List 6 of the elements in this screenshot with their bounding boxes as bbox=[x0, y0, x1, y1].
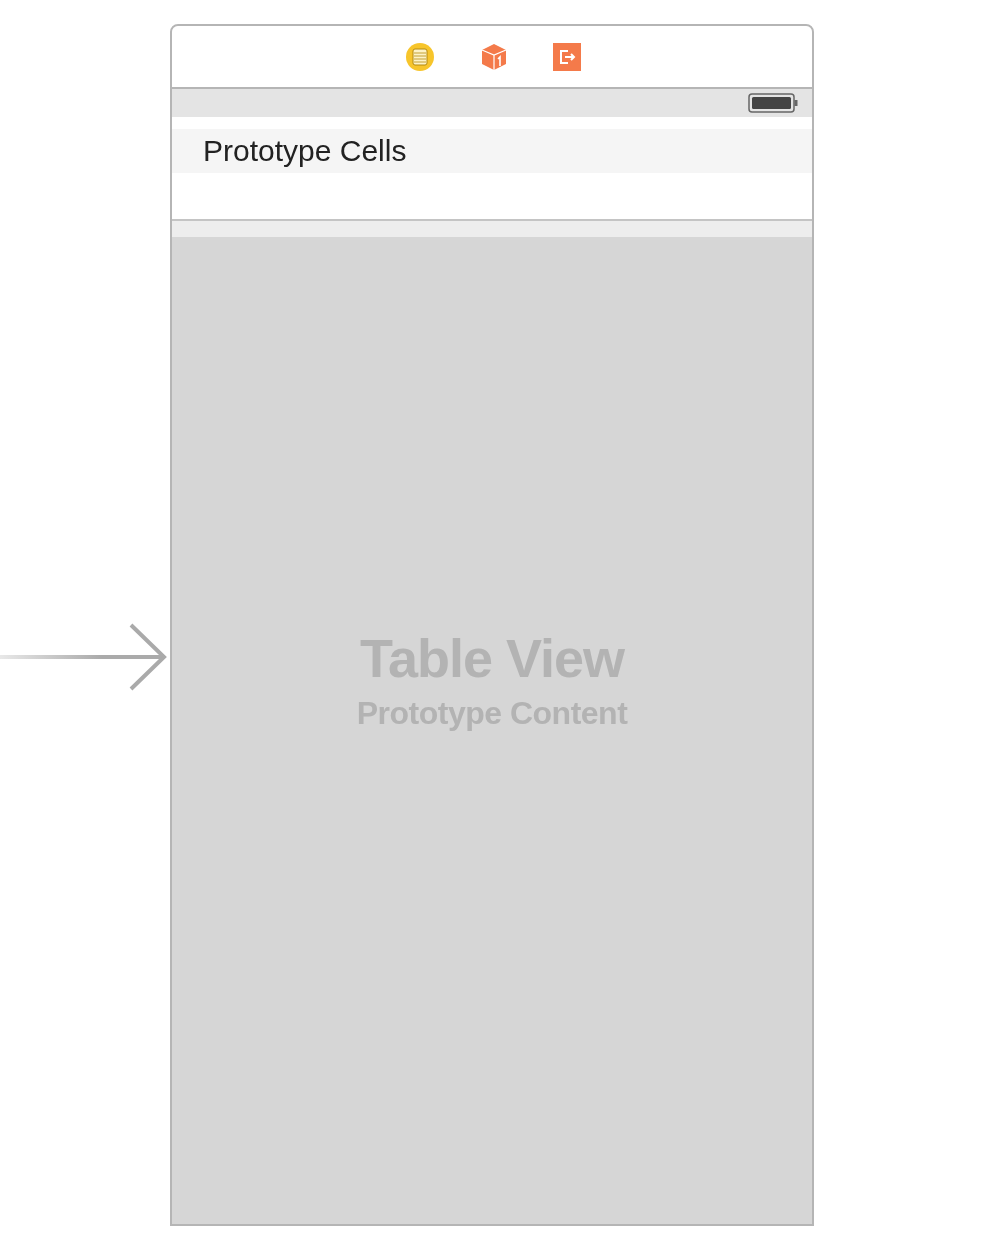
prototype-cell[interactable] bbox=[172, 173, 812, 221]
battery-icon bbox=[748, 93, 798, 113]
cube-icon[interactable] bbox=[479, 41, 509, 72]
section-title: Prototype Cells bbox=[203, 134, 407, 168]
exit-icon[interactable] bbox=[553, 42, 581, 71]
view-controller-icon[interactable] bbox=[405, 41, 435, 72]
